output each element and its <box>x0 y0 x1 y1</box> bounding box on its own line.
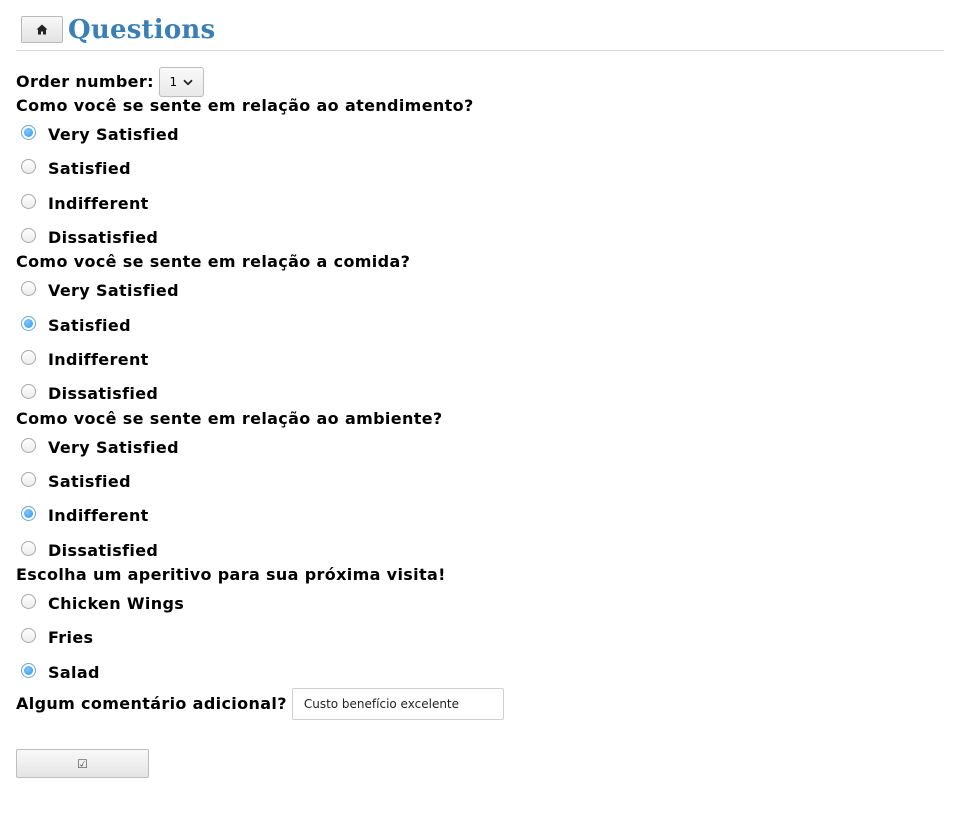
option-label: Dissatisfied <box>48 228 159 247</box>
option-ambience-dissatisfied[interactable]: Dissatisfied <box>21 541 158 561</box>
comment-input[interactable] <box>291 688 504 720</box>
radio-button[interactable] <box>21 194 36 209</box>
radio-button[interactable] <box>21 316 36 331</box>
radio-button[interactable] <box>21 506 36 521</box>
order-number-label: Order number: <box>16 72 154 91</box>
option-appetizer-chicken-wings[interactable]: Chicken Wings <box>21 594 184 614</box>
option-label: Dissatisfied <box>48 541 159 560</box>
option-label: Very Satisfied <box>48 281 179 300</box>
order-number-row: Order number: 1 <box>16 67 204 97</box>
radio-button[interactable] <box>21 438 36 453</box>
question-food: Como você se sente em relação a comida? <box>16 252 411 271</box>
option-label: Indifferent <box>48 350 149 369</box>
option-label: Satisfied <box>48 159 131 178</box>
order-number-select[interactable]: 1 <box>158 67 204 97</box>
option-label: Very Satisfied <box>48 438 179 457</box>
option-label: Very Satisfied <box>48 125 179 144</box>
question-appetizer: Escolha um aperitivo para sua próxima vi… <box>16 565 446 584</box>
radio-button[interactable] <box>21 663 36 678</box>
checkbox-icon: ☑ <box>77 756 88 771</box>
radio-button[interactable] <box>21 228 36 243</box>
question-ambience: Como você se sente em relação ao ambient… <box>16 409 443 428</box>
option-label: Dissatisfied <box>48 384 159 403</box>
option-label: Fries <box>48 628 94 647</box>
option-label: Indifferent <box>48 506 149 525</box>
option-label: Chicken Wings <box>48 594 185 613</box>
option-label: Indifferent <box>48 194 149 213</box>
radio-button[interactable] <box>21 472 36 487</box>
radio-button[interactable] <box>21 350 36 365</box>
option-appetizer-fries[interactable]: Fries <box>21 628 93 648</box>
radio-button[interactable] <box>21 628 36 643</box>
option-service-satisfied[interactable]: Satisfied <box>21 159 131 179</box>
option-ambience-very-satisfied[interactable]: Very Satisfied <box>21 438 179 458</box>
home-button[interactable] <box>21 16 63 43</box>
option-ambience-satisfied[interactable]: Satisfied <box>21 472 131 492</box>
option-label: Satisfied <box>48 472 131 491</box>
option-ambience-indifferent[interactable]: Indifferent <box>21 506 149 526</box>
radio-button[interactable] <box>21 281 36 296</box>
submit-button[interactable]: ☑ <box>16 749 149 778</box>
radio-button[interactable] <box>21 594 36 609</box>
option-service-dissatisfied[interactable]: Dissatisfied <box>21 228 158 248</box>
comment-row: Algum comentário adicional? <box>16 688 504 720</box>
option-food-satisfied[interactable]: Satisfied <box>21 316 131 336</box>
option-food-dissatisfied[interactable]: Dissatisfied <box>21 384 158 404</box>
option-service-very-satisfied[interactable]: Very Satisfied <box>21 125 179 145</box>
question-service: Como você se sente em relação ao atendim… <box>16 96 474 115</box>
comment-label: Algum comentário adicional? <box>16 694 287 713</box>
radio-button[interactable] <box>21 541 36 556</box>
option-label: Salad <box>48 663 100 682</box>
radio-button[interactable] <box>21 159 36 174</box>
chevron-down-icon <box>183 79 193 85</box>
home-icon <box>36 24 48 35</box>
option-food-indifferent[interactable]: Indifferent <box>21 350 149 370</box>
page-header: Questions <box>16 10 944 51</box>
radio-button[interactable] <box>21 384 36 399</box>
radio-button[interactable] <box>21 125 36 140</box>
option-service-indifferent[interactable]: Indifferent <box>21 194 149 214</box>
order-number-value: 1 <box>169 75 178 89</box>
page-title: Questions <box>68 15 216 45</box>
option-food-very-satisfied[interactable]: Very Satisfied <box>21 281 179 301</box>
option-appetizer-salad[interactable]: Salad <box>21 663 100 683</box>
option-label: Satisfied <box>48 316 131 335</box>
